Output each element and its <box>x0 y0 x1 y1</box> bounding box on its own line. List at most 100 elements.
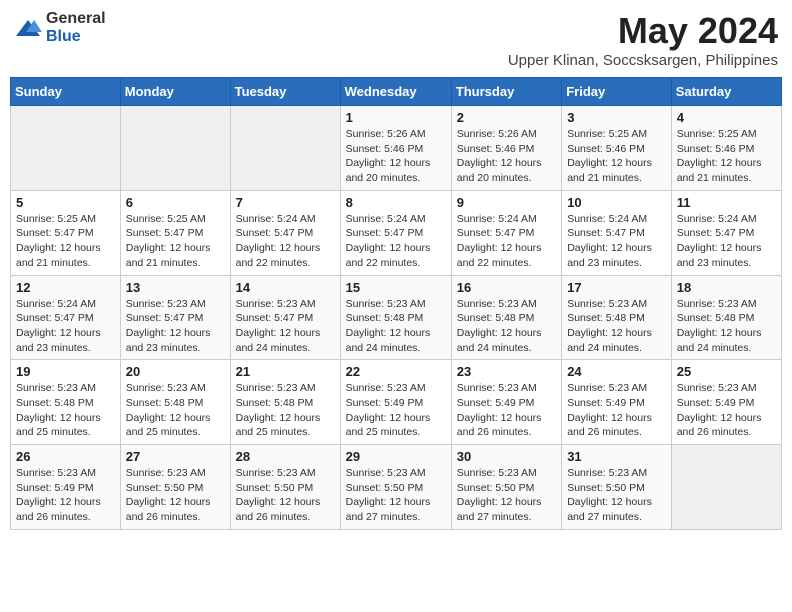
day-number: 20 <box>126 364 225 379</box>
day-number: 16 <box>457 280 556 295</box>
day-number: 30 <box>457 449 556 464</box>
calendar-cell <box>11 106 121 191</box>
calendar-cell <box>230 106 340 191</box>
logo-blue: Blue <box>46 28 81 45</box>
calendar-cell: 13 Sunrise: 5:23 AMSunset: 5:47 PMDayligh… <box>120 275 230 360</box>
day-info: Sunrise: 5:24 AMSunset: 5:47 PMDaylight:… <box>567 212 666 271</box>
day-info: Sunrise: 5:23 AMSunset: 5:48 PMDaylight:… <box>677 297 776 356</box>
day-number: 12 <box>16 280 115 295</box>
day-number: 1 <box>346 110 446 125</box>
day-info: Sunrise: 5:24 AMSunset: 5:47 PMDaylight:… <box>16 297 115 356</box>
day-number: 31 <box>567 449 666 464</box>
week-row-3: 19 Sunrise: 5:23 AMSunset: 5:48 PMDayligh… <box>11 360 782 445</box>
calendar-cell: 31 Sunrise: 5:23 AMSunset: 5:50 PMDayligh… <box>562 445 672 530</box>
calendar-cell: 20 Sunrise: 5:23 AMSunset: 5:48 PMDayligh… <box>120 360 230 445</box>
day-info: Sunrise: 5:25 AMSunset: 5:46 PMDaylight:… <box>677 127 776 186</box>
day-number: 4 <box>677 110 776 125</box>
week-row-1: 5 Sunrise: 5:25 AMSunset: 5:47 PMDaylight… <box>11 190 782 275</box>
day-number: 28 <box>236 449 335 464</box>
calendar-cell: 24 Sunrise: 5:23 AMSunset: 5:49 PMDayligh… <box>562 360 672 445</box>
day-info: Sunrise: 5:23 AMSunset: 5:47 PMDaylight:… <box>126 297 225 356</box>
logo-general: General <box>46 10 106 27</box>
header-saturday: Saturday <box>671 78 781 106</box>
day-info: Sunrise: 5:23 AMSunset: 5:47 PMDaylight:… <box>236 297 335 356</box>
day-info: Sunrise: 5:23 AMSunset: 5:48 PMDaylight:… <box>126 381 225 440</box>
day-info: Sunrise: 5:24 AMSunset: 5:47 PMDaylight:… <box>346 212 446 271</box>
day-number: 11 <box>677 195 776 210</box>
day-number: 19 <box>16 364 115 379</box>
day-info: Sunrise: 5:23 AMSunset: 5:49 PMDaylight:… <box>567 381 666 440</box>
day-info: Sunrise: 5:23 AMSunset: 5:50 PMDaylight:… <box>567 466 666 525</box>
day-info: Sunrise: 5:25 AMSunset: 5:46 PMDaylight:… <box>567 127 666 186</box>
logo: General Blue <box>14 10 106 46</box>
header-friday: Friday <box>562 78 672 106</box>
calendar-cell: 22 Sunrise: 5:23 AMSunset: 5:49 PMDayligh… <box>340 360 451 445</box>
day-number: 26 <box>16 449 115 464</box>
day-info: Sunrise: 5:23 AMSunset: 5:48 PMDaylight:… <box>16 381 115 440</box>
day-number: 17 <box>567 280 666 295</box>
logo-icon <box>14 18 42 38</box>
day-number: 9 <box>457 195 556 210</box>
day-info: Sunrise: 5:23 AMSunset: 5:49 PMDaylight:… <box>346 381 446 440</box>
day-number: 6 <box>126 195 225 210</box>
calendar-cell: 26Sunrise: 5:23 AMSunset: 5:49 PMDayligh… <box>11 445 121 530</box>
calendar-cell: 27Sunrise: 5:23 AMSunset: 5:50 PMDayligh… <box>120 445 230 530</box>
week-row-4: 26Sunrise: 5:23 AMSunset: 5:49 PMDayligh… <box>11 445 782 530</box>
logo-text: General Blue <box>46 10 106 46</box>
calendar-cell: 18 Sunrise: 5:23 AMSunset: 5:48 PMDayligh… <box>671 275 781 360</box>
header-monday: Monday <box>120 78 230 106</box>
calendar-cell: 10 Sunrise: 5:24 AMSunset: 5:47 PMDayligh… <box>562 190 672 275</box>
day-number: 27 <box>126 449 225 464</box>
day-info: Sunrise: 5:23 AMSunset: 5:50 PMDaylight:… <box>457 466 556 525</box>
day-info: Sunrise: 5:23 AMSunset: 5:50 PMDaylight:… <box>236 466 335 525</box>
calendar-cell: 7Sunrise: 5:24 AMSunset: 5:47 PMDaylight… <box>230 190 340 275</box>
day-info: Sunrise: 5:23 AMSunset: 5:48 PMDaylight:… <box>236 381 335 440</box>
day-info: Sunrise: 5:23 AMSunset: 5:49 PMDaylight:… <box>457 381 556 440</box>
calendar-cell: 1 Sunrise: 5:26 AMSunset: 5:46 PMDaylight… <box>340 106 451 191</box>
calendar-cell: 3 Sunrise: 5:25 AMSunset: 5:46 PMDaylight… <box>562 106 672 191</box>
week-row-2: 12 Sunrise: 5:24 AMSunset: 5:47 PMDayligh… <box>11 275 782 360</box>
calendar-cell: 30 Sunrise: 5:23 AMSunset: 5:50 PMDayligh… <box>451 445 561 530</box>
day-info: Sunrise: 5:23 AMSunset: 5:49 PMDaylight:… <box>677 381 776 440</box>
calendar-cell: 25 Sunrise: 5:23 AMSunset: 5:49 PMDayligh… <box>671 360 781 445</box>
calendar-cell: 12 Sunrise: 5:24 AMSunset: 5:47 PMDayligh… <box>11 275 121 360</box>
calendar-cell: 21 Sunrise: 5:23 AMSunset: 5:48 PMDayligh… <box>230 360 340 445</box>
calendar-header: SundayMondayTuesdayWednesdayThursdayFrid… <box>11 78 782 106</box>
main-title: May 2024 <box>508 10 778 52</box>
day-number: 22 <box>346 364 446 379</box>
day-info: Sunrise: 5:23 AMSunset: 5:48 PMDaylight:… <box>567 297 666 356</box>
day-number: 25 <box>677 364 776 379</box>
calendar-cell: 28 Sunrise: 5:23 AMSunset: 5:50 PMDayligh… <box>230 445 340 530</box>
calendar-cell <box>120 106 230 191</box>
day-number: 18 <box>677 280 776 295</box>
day-info: Sunrise: 5:23 AMSunset: 5:48 PMDaylight:… <box>457 297 556 356</box>
calendar-cell <box>671 445 781 530</box>
day-number: 10 <box>567 195 666 210</box>
day-number: 21 <box>236 364 335 379</box>
day-number: 2 <box>457 110 556 125</box>
calendar-cell: 8 Sunrise: 5:24 AMSunset: 5:47 PMDaylight… <box>340 190 451 275</box>
header-row: SundayMondayTuesdayWednesdayThursdayFrid… <box>11 78 782 106</box>
subtitle: Upper Klinan, Soccsksargen, Philippines <box>508 52 778 69</box>
calendar-cell: 15Sunrise: 5:23 AMSunset: 5:48 PMDayligh… <box>340 275 451 360</box>
day-number: 24 <box>567 364 666 379</box>
calendar-cell: 29Sunrise: 5:23 AMSunset: 5:50 PMDayligh… <box>340 445 451 530</box>
day-number: 5 <box>16 195 115 210</box>
header-wednesday: Wednesday <box>340 78 451 106</box>
calendar-table: SundayMondayTuesdayWednesdayThursdayFrid… <box>10 77 782 530</box>
header-sunday: Sunday <box>11 78 121 106</box>
day-info: Sunrise: 5:24 AMSunset: 5:47 PMDaylight:… <box>677 212 776 271</box>
calendar-cell: 2Sunrise: 5:26 AMSunset: 5:46 PMDaylight… <box>451 106 561 191</box>
day-number: 8 <box>346 195 446 210</box>
day-number: 13 <box>126 280 225 295</box>
day-number: 3 <box>567 110 666 125</box>
day-info: Sunrise: 5:25 AMSunset: 5:47 PMDaylight:… <box>16 212 115 271</box>
calendar-cell: 23 Sunrise: 5:23 AMSunset: 5:49 PMDayligh… <box>451 360 561 445</box>
day-info: Sunrise: 5:26 AMSunset: 5:46 PMDaylight:… <box>346 127 446 186</box>
title-section: May 2024 Upper Klinan, Soccsksargen, Phi… <box>508 10 778 69</box>
calendar-cell: 14Sunrise: 5:23 AMSunset: 5:47 PMDayligh… <box>230 275 340 360</box>
calendar-cell: 17 Sunrise: 5:23 AMSunset: 5:48 PMDayligh… <box>562 275 672 360</box>
header-thursday: Thursday <box>451 78 561 106</box>
day-info: Sunrise: 5:23 AMSunset: 5:48 PMDaylight:… <box>346 297 446 356</box>
day-number: 23 <box>457 364 556 379</box>
